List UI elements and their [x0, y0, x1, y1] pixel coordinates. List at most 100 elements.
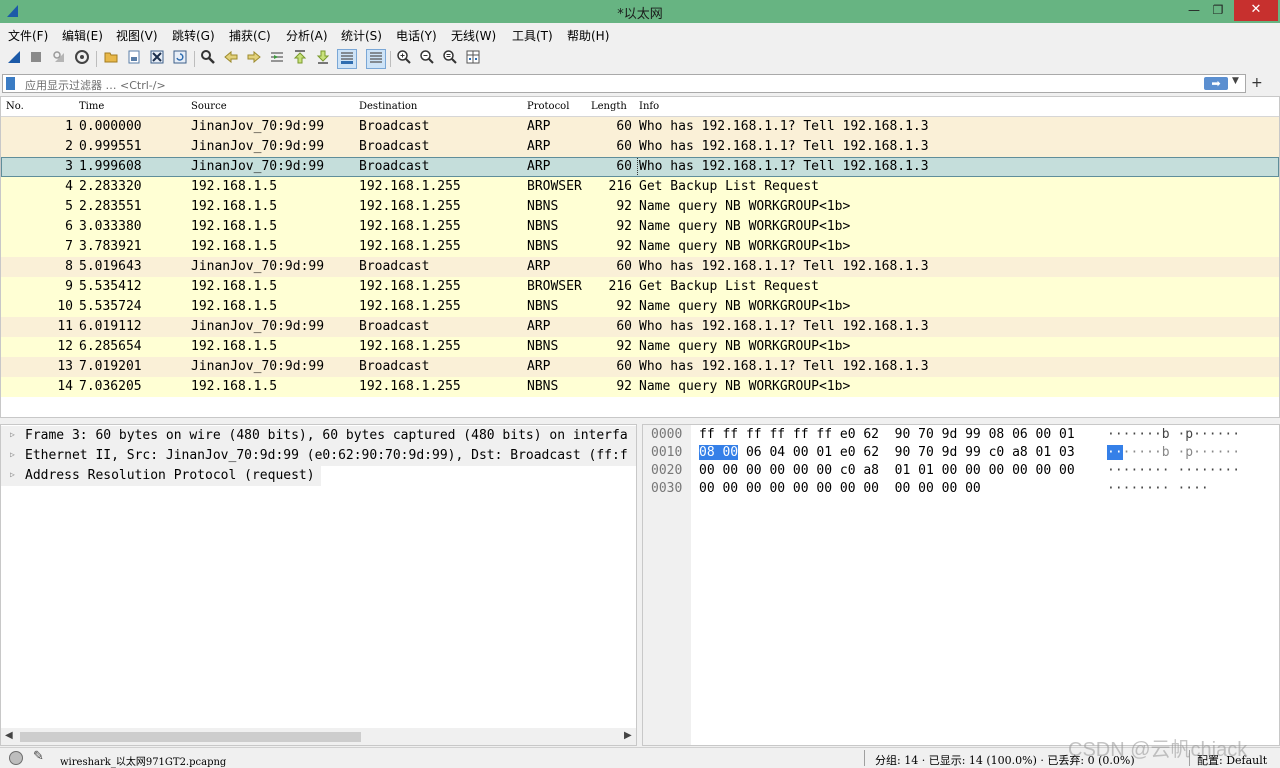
ascii-bytes[interactable]: ········ ········: [1107, 463, 1240, 478]
expand-arrow-icon[interactable]: ▷: [10, 470, 15, 479]
colorize-icon[interactable]: [366, 49, 386, 69]
cell-length: 60: [616, 319, 632, 334]
cell-time: 0.000000: [79, 119, 142, 134]
menu-capture[interactable]: 捕获(C): [229, 27, 271, 44]
expert-info-led-icon[interactable]: [9, 751, 23, 765]
close-file-icon[interactable]: [147, 49, 167, 69]
resize-columns-icon[interactable]: [463, 49, 483, 69]
ascii-bytes-rest[interactable]: ·····b ·p······: [1123, 445, 1240, 460]
hex-bytes-rest[interactable]: 06 04 00 01 e0 62 90 70 9d 99 c0 a8 01 0…: [738, 445, 1075, 460]
maximize-button[interactable]: ❐: [1204, 0, 1232, 21]
detail-row-ethernet[interactable]: ▷ Ethernet II, Src: JinanJov_70:9d:99 (e…: [1, 446, 636, 466]
hex-bytes[interactable]: 00 00 00 00 00 00 c0 a8 01 01 00 00 00 0…: [699, 463, 1075, 478]
menu-file[interactable]: 文件(F): [8, 27, 48, 44]
hex-bytes[interactable]: ff ff ff ff ff ff e0 62 90 70 9d 99 08 0…: [699, 427, 1075, 442]
packet-row[interactable]: 12 6.285654 192.168.1.5 192.168.1.255 NBNS 92…: [1, 337, 1279, 357]
bytes-row[interactable]: 0030 00 00 00 00 00 00 00 00 00 00 00 00…: [643, 480, 1279, 498]
menu-help[interactable]: 帮助(H): [567, 27, 609, 44]
restart-capture-icon[interactable]: [49, 49, 69, 69]
start-capture-icon[interactable]: [4, 49, 24, 69]
zoom-normal-icon[interactable]: [440, 49, 460, 69]
menu-telephony[interactable]: 电话(Y): [396, 27, 437, 44]
ascii-bytes-selected[interactable]: ··: [1107, 445, 1123, 460]
bytes-row[interactable]: 0000 ff ff ff ff ff ff e0 62 90 70 9d 99…: [643, 426, 1279, 444]
go-forward-icon[interactable]: [244, 49, 264, 69]
column-header-protocol[interactable]: Protocol: [527, 101, 569, 112]
hex-bytes[interactable]: 08 00 06 04 00 01 e0 62 90 70 9d 99 c0 a…: [699, 445, 1075, 460]
capture-comment-icon[interactable]: ✎: [33, 749, 44, 764]
close-button[interactable]: ✕: [1234, 0, 1278, 21]
ascii-bytes[interactable]: ·······b ·p······: [1107, 445, 1240, 460]
menu-analyze[interactable]: 分析(A): [286, 27, 328, 44]
display-filter-input[interactable]: 应用显示过滤器 … <Ctrl-/>: [25, 77, 166, 93]
packet-row[interactable]: 14 7.036205 192.168.1.5 192.168.1.255 NBNS 92…: [1, 377, 1279, 397]
packet-row[interactable]: 7 3.783921 192.168.1.5 192.168.1.255 NBNS 92 N…: [1, 237, 1279, 257]
menu-wireless[interactable]: 无线(W): [451, 27, 496, 44]
apply-filter-button[interactable]: ➡: [1204, 77, 1228, 90]
go-last-icon[interactable]: [313, 49, 333, 69]
bytes-row[interactable]: 0010 08 00 06 04 00 01 e0 62 90 70 9d 99…: [643, 444, 1279, 462]
go-first-icon[interactable]: [290, 49, 310, 69]
detail-row-text: Ethernet II, Src: JinanJov_70:9d:99 (e0:…: [25, 448, 628, 463]
detail-row-arp[interactable]: ▷ Address Resolution Protocol (request): [1, 466, 321, 486]
scroll-left-icon[interactable]: ◀: [5, 730, 13, 741]
column-header-time[interactable]: Time: [79, 101, 104, 112]
cell-source: 192.168.1.5: [191, 219, 278, 234]
menu-statistics[interactable]: 统计(S): [341, 27, 382, 44]
cell-no: 3: [65, 159, 73, 174]
packet-row[interactable]: 4 2.283320 192.168.1.5 192.168.1.255 BROWSER…: [1, 177, 1279, 197]
filter-history-dropdown-icon[interactable]: ▼: [1232, 76, 1239, 86]
packet-row[interactable]: 9 5.535412 192.168.1.5 192.168.1.255 BROWSER…: [1, 277, 1279, 297]
status-separator: [864, 750, 865, 766]
find-packet-icon[interactable]: [198, 49, 218, 69]
menu-edit[interactable]: 编辑(E): [62, 27, 103, 44]
column-header-destination[interactable]: Destination: [359, 101, 417, 112]
cell-info: Who has 192.168.1.1? Tell 192.168.1.3: [637, 158, 929, 175]
column-header-source[interactable]: Source: [191, 101, 227, 112]
cell-destination: 192.168.1.255: [359, 239, 461, 254]
menu-view[interactable]: 视图(V): [116, 27, 158, 44]
column-header-no[interactable]: No.: [6, 101, 24, 112]
column-header-length[interactable]: Length: [591, 101, 627, 112]
filter-bookmark-icon[interactable]: [6, 77, 15, 90]
detail-row-frame[interactable]: ▷ Frame 3: 60 bytes on wire (480 bits), …: [1, 426, 636, 446]
cell-destination: Broadcast: [359, 259, 430, 274]
cell-length: 60: [616, 259, 632, 274]
scrollbar-thumb[interactable]: [20, 732, 361, 742]
scroll-right-icon[interactable]: ▶: [624, 730, 632, 741]
go-to-packet-icon[interactable]: [267, 49, 287, 69]
packet-row[interactable]: 13 7.019201 JinanJov_70:9d:99 Broadcast ARP 6…: [1, 357, 1279, 377]
zoom-in-icon[interactable]: [394, 49, 414, 69]
add-filter-button[interactable]: +: [1251, 75, 1263, 91]
zoom-out-icon[interactable]: [417, 49, 437, 69]
menu-tools[interactable]: 工具(T): [512, 27, 553, 44]
autoscroll-icon[interactable]: [337, 49, 357, 69]
open-file-icon[interactable]: [101, 49, 121, 69]
display-filter-bar: 应用显示过滤器 … <Ctrl-/> ➡ ▼: [2, 74, 1246, 93]
packet-row[interactable]: 3 1.999608 JinanJov_70:9d:99 Broadcast ARP 60…: [1, 157, 1279, 177]
hex-bytes-selected[interactable]: 08 00: [699, 445, 739, 460]
packet-row[interactable]: 1 0.000000 JinanJov_70:9d:99 Broadcast ARP 60…: [1, 117, 1279, 137]
packet-row[interactable]: 5 2.283551 192.168.1.5 192.168.1.255 NBNS 92 N…: [1, 197, 1279, 217]
packet-row[interactable]: 2 0.999551 JinanJov_70:9d:99 Broadcast ARP 60…: [1, 137, 1279, 157]
bytes-row[interactable]: 0020 00 00 00 00 00 00 c0 a8 01 01 00 00…: [643, 462, 1279, 480]
go-back-icon[interactable]: [221, 49, 241, 69]
cell-destination: Broadcast: [359, 319, 430, 334]
hex-bytes[interactable]: 00 00 00 00 00 00 00 00 00 00 00 00: [699, 481, 981, 496]
menu-go[interactable]: 跳转(G): [172, 27, 215, 44]
expand-arrow-icon[interactable]: ▷: [10, 430, 15, 439]
details-horizontal-scrollbar[interactable]: ◀ ▶: [1, 728, 636, 745]
column-header-info[interactable]: Info: [639, 101, 659, 112]
reload-file-icon[interactable]: [170, 49, 190, 69]
expand-arrow-icon[interactable]: ▷: [10, 450, 15, 459]
packet-row[interactable]: 11 6.019112 JinanJov_70:9d:99 Broadcast ARP 6…: [1, 317, 1279, 337]
packet-row[interactable]: 10 5.535724 192.168.1.5 192.168.1.255 NBNS 92…: [1, 297, 1279, 317]
capture-options-icon[interactable]: [72, 49, 92, 69]
cell-destination: 192.168.1.255: [359, 379, 461, 394]
packet-row[interactable]: 8 5.019643 JinanJov_70:9d:99 Broadcast ARP 60…: [1, 257, 1279, 277]
packet-row[interactable]: 6 3.033380 192.168.1.5 192.168.1.255 NBNS 92 N…: [1, 217, 1279, 237]
ascii-bytes[interactable]: ········ ····: [1107, 481, 1209, 496]
save-file-icon[interactable]: [124, 49, 144, 69]
stop-capture-icon[interactable]: [26, 49, 46, 69]
ascii-bytes[interactable]: ·······b ·p······: [1107, 427, 1240, 442]
